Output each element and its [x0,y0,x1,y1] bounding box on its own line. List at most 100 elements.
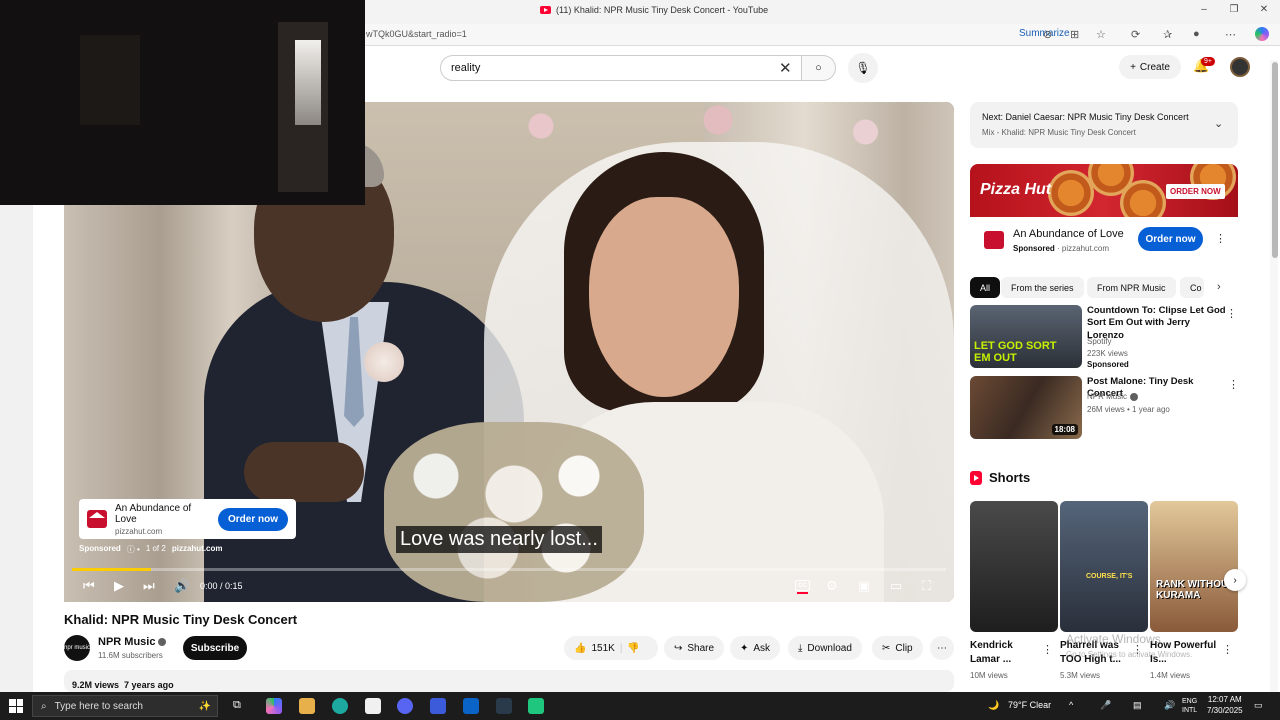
ad-meta-domain[interactable]: pizzahut.com [172,544,223,555]
chip-from-the-series[interactable]: From the series [1001,277,1084,298]
outlook-icon[interactable] [463,698,479,714]
miniplayer-icon[interactable]: ▣ [858,578,870,594]
thumbs-down-icon[interactable]: 👎 [627,643,639,654]
voice-search-button[interactable]: 🎙 [848,53,878,83]
next-icon[interactable]: ⏭ [143,578,155,594]
chevron-down-icon[interactable]: ⌄ [1214,117,1223,130]
search-input[interactable]: reality ✕ [440,55,802,81]
short-thumbnail[interactable]: RANK WITHOUT KURAMA [1150,501,1238,632]
windows-start-icon[interactable] [9,699,23,713]
notification-center-icon[interactable]: ▭ [1254,700,1263,711]
more-menu-icon[interactable]: ⋯ [1225,28,1236,41]
rec-channel[interactable]: Spotify [1087,337,1111,346]
favorites-icon[interactable]: ✰ [1163,28,1172,41]
profile-icon[interactable]: ● [1193,28,1200,40]
sidebar-order-now-button[interactable]: Order now [1138,227,1203,251]
rec-age: 1 year ago [1132,405,1170,414]
restore-button[interactable]: ❐ [1227,4,1241,15]
tray-chevron-up-icon[interactable]: ^ [1069,700,1073,710]
progress-bar[interactable] [72,568,946,571]
sidebar-ad-banner[interactable]: Pizza Hut ORDER NOW [970,164,1238,217]
file-explorer-icon[interactable] [299,698,315,714]
recommendation-item[interactable]: LET GOD SORT EM OUT Countdown To: Clipse… [970,305,1238,369]
short-thumbnail[interactable]: COURSE, IT'S [1060,501,1148,632]
edge-browser-icon[interactable] [332,698,348,714]
chip-all[interactable]: All [970,277,1001,298]
theater-mode-icon[interactable]: ▭ [890,578,902,594]
rec-channel[interactable]: NPR Music [1087,392,1139,401]
rec-thumbnail[interactable]: 18:08 [970,376,1082,439]
more-vertical-icon[interactable]: ⋮ [1042,643,1053,656]
chips-next-chevron-icon[interactable]: › [1217,281,1221,293]
url-text[interactable]: wTQk0GU&start_radio=1 [366,29,467,39]
create-button[interactable]: + Create [1119,55,1181,79]
ask-label: Ask [753,642,771,654]
weather-icon[interactable]: 🌙 [988,700,999,711]
search-icon: ○ [815,62,822,74]
previous-icon[interactable]: ⏮ [83,578,95,594]
app-icon[interactable] [528,698,544,714]
ad-order-now-button[interactable]: Order now [217,507,288,531]
shorts-next-button[interactable]: › [1224,569,1246,591]
description-box[interactable] [64,670,954,692]
language-indicator[interactable]: ENG INTL [1182,697,1197,715]
close-window-button[interactable]: ✕ [1257,4,1271,15]
more-vertical-icon[interactable]: ⋮ [1215,232,1226,245]
subscribe-button[interactable]: Subscribe [183,636,247,660]
taskbar-search-input[interactable]: ⌕ Type here to search ✨ [32,695,218,717]
clip-button[interactable]: ✂ Clip [872,636,923,660]
channel-avatar[interactable]: npr music [64,635,90,661]
chip-co[interactable]: Co [1180,277,1204,298]
split-screen-icon[interactable]: ⊞ [1070,28,1079,41]
discord-icon[interactable] [397,698,413,714]
share-button[interactable]: ↪ Share [664,636,725,660]
microphone-tray-icon[interactable]: 🎤 [1100,700,1111,711]
like-count[interactable]: 151K [591,643,614,654]
thumbs-up-icon[interactable]: 👍 [574,643,586,654]
app-icon[interactable] [496,698,512,714]
network-icon[interactable]: ▤ [1133,700,1142,711]
share-icon: ↪ [674,642,683,654]
user-avatar[interactable] [1230,57,1250,77]
app-icon[interactable] [430,698,446,714]
volume-icon[interactable]: 🔊 [174,578,190,594]
ask-button[interactable]: ✦ Ask [730,636,781,660]
download-button[interactable]: ⤓ Download [788,636,862,660]
copilot-taskbar-icon[interactable] [266,698,282,714]
favorite-star-icon[interactable]: ☆ [1096,28,1106,41]
view-count: 9.2M views [72,680,120,690]
more-vertical-icon[interactable]: ⋮ [1226,307,1237,320]
more-vertical-icon[interactable]: ⋮ [1228,378,1239,391]
rec-thumbnail[interactable]: LET GOD SORT EM OUT [970,305,1082,368]
player-ad-card[interactable]: An Abundance of Love pizzahut.com Order … [79,499,296,539]
taskbar-clock[interactable]: 12:07 AM 7/30/2025 [1207,695,1243,717]
rec-views: 223K views [1087,349,1128,358]
task-view-icon[interactable]: ⧉ [233,699,249,715]
read-aloud-icon[interactable]: ⊘ [1043,28,1052,41]
search-button[interactable]: ○ [802,55,836,81]
rec-channel-text: NPR Music [1087,392,1128,401]
clear-search-icon[interactable]: ✕ [779,59,792,77]
info-icon[interactable]: ⓘ • [127,544,140,555]
extensions-icon[interactable]: ⟳ [1131,28,1140,41]
settings-gear-icon[interactable]: ⚙ [826,578,838,594]
play-icon[interactable]: ▶ [114,578,124,594]
captions-button[interactable]: CC [795,580,810,594]
up-next-mix-panel[interactable]: Next: Daniel Caesar: NPR Music Tiny Desk… [970,102,1238,148]
fullscreen-icon[interactable]: ⛶ [922,578,931,594]
weather-text[interactable]: 79°F Clear [1008,700,1051,710]
recommendation-item[interactable]: 18:08 Post Malone: Tiny Desk Concert NPR… [970,376,1239,440]
browser-tab[interactable]: (11) Khalid: NPR Music Tiny Desk Concert… [540,5,768,15]
short-title[interactable]: Kendrick Lamar ... [970,639,1032,666]
minimize-button[interactable]: – [1197,4,1211,15]
scrollbar-thumb[interactable] [1272,62,1278,258]
more-actions-button[interactable]: ⋯ [930,636,954,660]
speaker-icon[interactable]: 🔊 [1164,700,1175,711]
short-thumbnail[interactable] [970,501,1058,632]
microsoft-store-icon[interactable] [365,698,381,714]
sidebar-ad-row[interactable]: An Abundance of Love Sponsored · pizzahu… [970,223,1238,259]
copilot-icon[interactable] [1255,27,1269,41]
chip-from-npr-music[interactable]: From NPR Music [1087,277,1176,298]
more-vertical-icon[interactable]: ⋮ [1222,643,1233,656]
channel-name[interactable]: NPR Music [98,636,167,648]
